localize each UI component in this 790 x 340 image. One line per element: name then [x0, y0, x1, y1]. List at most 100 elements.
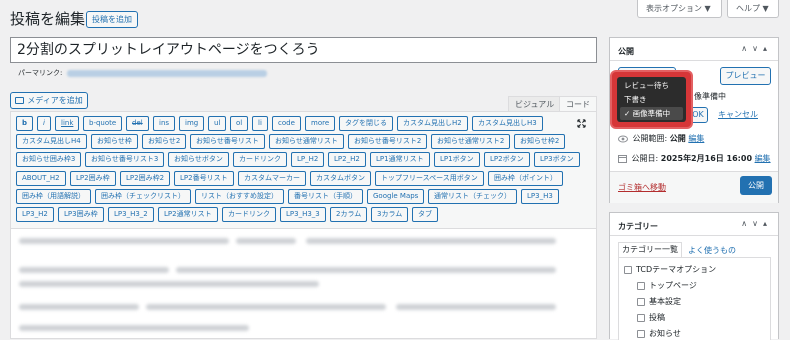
- quicktag-button[interactable]: お知らせ通常リスト: [269, 134, 344, 149]
- visibility-row: 公開範囲: 公開 編集: [618, 133, 704, 144]
- content-line: [306, 238, 556, 244]
- content-line: [176, 267, 556, 273]
- quicktag-button[interactable]: お知らせ枠: [91, 134, 138, 149]
- screen-options-button[interactable]: 表示オプション ▼: [637, 0, 722, 18]
- category-item[interactable]: 投稿: [637, 312, 665, 323]
- quicktag-button[interactable]: LP3_H3: [521, 189, 559, 204]
- checkbox[interactable]: [624, 265, 632, 274]
- quicktag-button[interactable]: LP3ボタン: [534, 152, 580, 167]
- quicktag-button[interactable]: LP3_H3_2: [108, 207, 154, 222]
- publish-button[interactable]: 公開: [740, 176, 772, 195]
- quicktag-button[interactable]: カスタムボタン: [310, 171, 371, 186]
- category-list: TCDテーマオプション トップページ 基本設定 投稿 お知らせ: [618, 257, 771, 340]
- quicktag-button[interactable]: LP2ボタン: [484, 152, 530, 167]
- box-toggle-icons[interactable]: ∧∨▴: [741, 44, 772, 53]
- quicktag-button[interactable]: LP_H2: [291, 152, 325, 167]
- checkbox[interactable]: [637, 329, 645, 338]
- tab-visual[interactable]: ビジュアル: [508, 96, 562, 112]
- status-option-draft[interactable]: 下書き: [620, 93, 647, 106]
- quicktag-button[interactable]: link: [55, 116, 80, 131]
- quicktag-button[interactable]: LP3囲み枠: [58, 207, 104, 222]
- post-content-editor[interactable]: [10, 229, 597, 339]
- edit-date-link[interactable]: 編集: [755, 154, 771, 163]
- tab-code[interactable]: コード: [559, 96, 597, 112]
- expand-icon[interactable]: [577, 119, 586, 128]
- cancel-link[interactable]: キャンセル: [718, 109, 758, 120]
- add-media-label: メディアを追加: [27, 96, 83, 105]
- quicktag-button[interactable]: カスタムマーカー: [238, 171, 306, 186]
- quicktag-button[interactable]: リスト（おすすめ設定）: [195, 189, 284, 204]
- status-option-image-prep[interactable]: ✓ 画像準備中: [620, 107, 683, 120]
- quicktag-button[interactable]: LP2_H2: [328, 152, 366, 167]
- quicktag-button[interactable]: li: [252, 116, 268, 131]
- quicktag-button[interactable]: タブ: [412, 207, 438, 222]
- tab-all-categories[interactable]: カテゴリー一覧: [618, 242, 682, 258]
- box-toggle-icons[interactable]: ∧∨▴: [741, 219, 772, 228]
- quicktag-button[interactable]: トップフリースペース用ボタン: [375, 171, 484, 186]
- add-new-post-button[interactable]: 投稿を追加: [86, 11, 138, 28]
- quicktag-button[interactable]: タグを閉じる: [339, 116, 393, 131]
- help-button[interactable]: ヘルプ ▼: [727, 0, 779, 18]
- quicktag-button[interactable]: LP1通常リスト: [370, 152, 430, 167]
- quicktag-button[interactable]: LP2囲み枠2: [120, 171, 171, 186]
- quicktag-button[interactable]: 3カラム: [371, 207, 409, 222]
- quicktag-button[interactable]: お知らせ番号リスト2: [348, 134, 428, 149]
- edit-visibility-link[interactable]: 編集: [688, 134, 704, 143]
- quicktag-button[interactable]: i: [37, 116, 51, 131]
- quicktag-button[interactable]: ABOUT_H2: [16, 171, 66, 186]
- quicktag-button[interactable]: LP1ボタン: [434, 152, 480, 167]
- quicktag-button[interactable]: カードリンク: [233, 152, 287, 167]
- quicktag-button[interactable]: カスタム見出しH4: [16, 134, 87, 149]
- quicktag-button[interactable]: del: [126, 116, 149, 131]
- quicktag-button[interactable]: お知らせ囲み枠3: [16, 152, 82, 167]
- quicktag-button[interactable]: more: [305, 116, 336, 131]
- quicktag-button[interactable]: ins: [153, 116, 176, 131]
- quicktag-button[interactable]: LP2囲み枠: [70, 171, 116, 186]
- tab-popular-categories[interactable]: よく使うもの: [688, 245, 736, 256]
- quicktag-button[interactable]: 囲み枠（ポイント）: [488, 171, 563, 186]
- quicktag-button[interactable]: お知らせボタン: [168, 152, 229, 167]
- quicktag-button[interactable]: 囲み枠（チェックリスト）: [95, 189, 191, 204]
- quicktag-button[interactable]: LP2番号リスト: [174, 171, 234, 186]
- trash-link[interactable]: ゴミ箱へ移動: [618, 182, 666, 193]
- quicktag-button[interactable]: カードリンク: [222, 207, 276, 222]
- category-item[interactable]: お知らせ: [637, 328, 681, 339]
- calendar-icon: [618, 155, 627, 163]
- permalink-label: パーマリンク:: [18, 69, 63, 77]
- quicktag-button[interactable]: LP2通常リスト: [158, 207, 218, 222]
- post-title-input[interactable]: 2分割のスプリットレイアウトページをつくろう: [10, 37, 597, 63]
- quicktag-button[interactable]: 番号リスト（手順）: [288, 189, 363, 204]
- quicktag-button[interactable]: お知らせ2: [142, 134, 187, 149]
- checkbox[interactable]: [637, 297, 645, 306]
- quicktag-button[interactable]: カスタム見出しH2: [397, 116, 468, 131]
- checkbox[interactable]: [637, 281, 645, 290]
- quicktag-button[interactable]: b-quote: [83, 116, 123, 131]
- quicktag-button[interactable]: 通常リスト（チェック）: [428, 189, 517, 204]
- checkbox[interactable]: [637, 313, 645, 322]
- status-option-pending[interactable]: レビュー待ち: [620, 79, 669, 92]
- quicktag-button[interactable]: お知らせ番号リスト3: [85, 152, 165, 167]
- category-item[interactable]: 基本設定: [637, 296, 681, 307]
- category-item[interactable]: TCDテーマオプション: [624, 264, 716, 275]
- quicktag-button[interactable]: お知らせ通常リスト2: [431, 134, 511, 149]
- quicktag-button[interactable]: Google Maps: [367, 189, 425, 204]
- quicktag-button[interactable]: img: [179, 116, 205, 131]
- quicktag-button[interactable]: 2カラム: [330, 207, 368, 222]
- quicktag-button[interactable]: お知らせ番号リスト: [190, 134, 265, 149]
- ok-button[interactable]: OK: [688, 107, 708, 123]
- quicktag-button[interactable]: カスタム見出しH3: [472, 116, 543, 131]
- status-value-partial: 像準備中: [694, 92, 726, 101]
- content-line: [19, 238, 229, 244]
- quicktag-button[interactable]: LP3_H3_3: [280, 207, 326, 222]
- add-media-button[interactable]: メディアを追加: [10, 92, 88, 109]
- quicktag-button[interactable]: ul: [208, 116, 227, 131]
- quicktag-button[interactable]: 囲み枠（用語解説）: [16, 189, 91, 204]
- quicktag-button[interactable]: お知らせ枠2: [514, 134, 566, 149]
- quicktag-button[interactable]: code: [272, 116, 301, 131]
- permalink-url[interactable]: [67, 69, 268, 77]
- quicktag-button[interactable]: b: [16, 116, 34, 131]
- category-item[interactable]: トップページ: [637, 280, 697, 291]
- quicktag-button[interactable]: ol: [230, 116, 249, 131]
- quicktag-button[interactable]: LP3_H2: [16, 207, 54, 222]
- preview-button[interactable]: プレビュー: [720, 67, 771, 85]
